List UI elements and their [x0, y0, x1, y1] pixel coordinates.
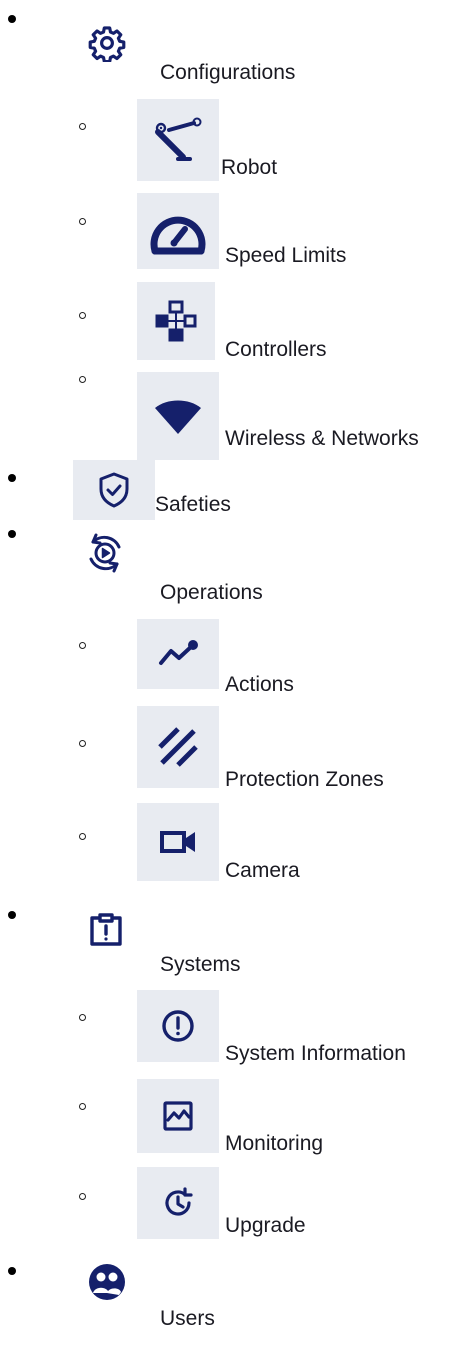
- sub-bullet: [79, 123, 86, 130]
- bullet: [8, 911, 16, 919]
- speedometer-icon[interactable]: [137, 193, 219, 269]
- sub-bullet: [79, 1193, 86, 1200]
- nav-item-system-information[interactable]: System Information: [225, 1041, 406, 1067]
- trend-line-icon[interactable]: [137, 619, 219, 689]
- sub-bullet: [79, 740, 86, 747]
- bullet: [8, 530, 16, 538]
- alert-circle-icon[interactable]: [137, 990, 219, 1062]
- sub-bullet: [79, 1103, 86, 1110]
- nav-item-upgrade[interactable]: Upgrade: [225, 1213, 306, 1239]
- nav-item-safeties[interactable]: Safeties: [155, 492, 231, 518]
- users-icon[interactable]: [82, 1257, 132, 1307]
- nav-item-camera[interactable]: Camera: [225, 858, 300, 884]
- nav-item-speed-limits[interactable]: Speed Limits: [225, 243, 346, 269]
- nav-item-robot[interactable]: Robot: [221, 155, 277, 181]
- nav-item-configurations[interactable]: Configurations: [160, 60, 295, 86]
- nav-item-users[interactable]: Users: [160, 1306, 215, 1332]
- bullet: [8, 1267, 16, 1275]
- nav-item-controllers[interactable]: Controllers: [225, 337, 327, 363]
- video-camera-icon[interactable]: [137, 803, 219, 881]
- wifi-icon[interactable]: [137, 372, 219, 460]
- sub-bullet: [79, 218, 86, 225]
- nav-item-wireless-networks[interactable]: Wireless & Networks: [225, 426, 419, 452]
- sub-bullet: [79, 312, 86, 319]
- bullet: [8, 474, 16, 482]
- monitoring-chart-icon[interactable]: [137, 1079, 219, 1153]
- sub-bullet: [79, 1014, 86, 1021]
- nav-item-actions[interactable]: Actions: [225, 672, 294, 698]
- sub-bullet: [79, 642, 86, 649]
- nav-item-protection-zones[interactable]: Protection Zones: [225, 767, 384, 793]
- controller-icon[interactable]: [137, 282, 215, 360]
- sub-bullet: [79, 376, 86, 383]
- operations-icon[interactable]: [80, 528, 130, 578]
- gear-icon[interactable]: [82, 18, 132, 68]
- nav-item-systems[interactable]: Systems: [160, 952, 241, 978]
- clipboard-alert-icon[interactable]: [81, 905, 131, 955]
- shield-check-icon[interactable]: [73, 460, 155, 520]
- hatched-zone-icon[interactable]: [137, 706, 219, 788]
- nav-item-monitoring[interactable]: Monitoring: [225, 1131, 323, 1157]
- robot-arm-icon[interactable]: [137, 99, 219, 181]
- sub-bullet: [79, 833, 86, 840]
- bullet: [8, 15, 16, 23]
- nav-item-operations[interactable]: Operations: [160, 580, 263, 606]
- clock-arrow-icon[interactable]: [137, 1167, 219, 1239]
